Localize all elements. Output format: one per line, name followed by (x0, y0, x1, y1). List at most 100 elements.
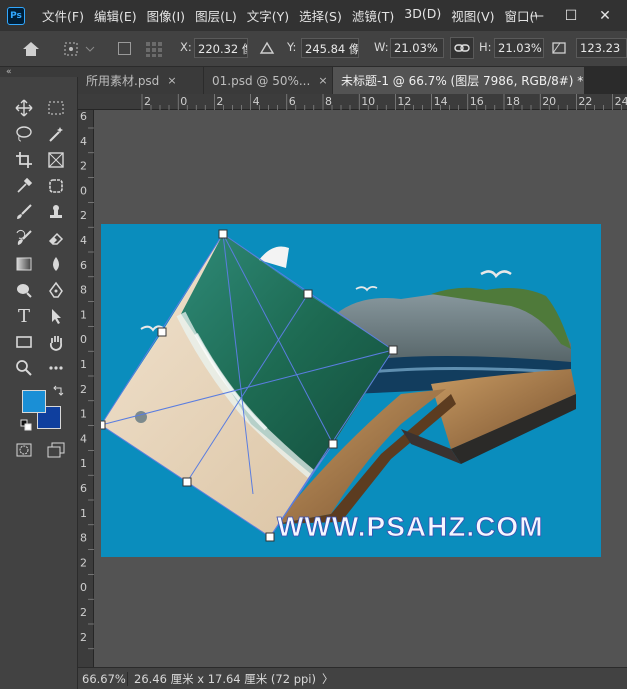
ruler-tick-label: 4 (80, 234, 87, 247)
x-field[interactable]: 220.32 像素 (194, 38, 248, 58)
seagull-image (355, 285, 378, 292)
y-field[interactable]: 245.84 像素 (301, 38, 359, 58)
tab-label: 未标题-1 @ 66.7% (图层 7986, RGB/8#) * (341, 74, 584, 88)
tab-01-psd[interactable]: 01.psd @ 50%... × (204, 67, 333, 94)
menu-view[interactable]: 视图(V) (446, 6, 499, 25)
ruler-tick-label: 1 (80, 358, 87, 371)
ruler-tick-label: 0 (80, 581, 87, 594)
ruler-tick-label: 16 (470, 95, 484, 108)
status-menu-icon[interactable]: 〉 (322, 671, 334, 687)
hand-tool-icon[interactable] (44, 331, 68, 353)
ruler-tick-label: 0 (80, 184, 87, 197)
ruler-tick-label: 4 (253, 95, 260, 108)
tab-untitled-1[interactable]: 未标题-1 @ 66.7% (图层 7986, RGB/8#) *× (333, 67, 585, 94)
menu-3d[interactable]: 3D(D) (399, 6, 446, 25)
reference-checkbox[interactable] (118, 42, 131, 55)
zoom-level[interactable]: 66.67% (82, 671, 128, 686)
close-button[interactable]: ✕ (587, 0, 623, 31)
move-tool-icon[interactable] (12, 97, 36, 119)
close-icon[interactable]: × (167, 74, 176, 87)
menu-image[interactable]: 图像(I) (142, 6, 190, 25)
history-brush-icon[interactable] (12, 227, 36, 249)
ruler-tick-label: 1 (80, 408, 87, 421)
type-tool-icon[interactable]: T (12, 305, 36, 327)
grid-icon (143, 39, 165, 59)
width-field[interactable]: 21.03% (390, 38, 444, 58)
tab-label: 01.psd @ 50%... (212, 73, 311, 88)
ruler-tick-label: 2 (80, 606, 87, 619)
maximize-button[interactable]: ☐ (553, 0, 589, 31)
reference-point-icon[interactable] (60, 39, 96, 59)
x-label: X: (180, 40, 192, 54)
crop-tool-icon[interactable] (12, 149, 36, 171)
minimize-button[interactable]: — (519, 0, 555, 31)
brush-tool-icon[interactable] (12, 201, 36, 223)
h-label: H: (479, 40, 492, 54)
vertical-ruler[interactable]: 6420246810121416182022 (78, 110, 94, 667)
menu-type[interactable]: 文字(Y) (242, 6, 294, 25)
ruler-tick-label: 2 (144, 95, 151, 108)
ruler-tick-label: 6 (80, 482, 87, 495)
collapse-icon[interactable]: « (0, 67, 78, 77)
eraser-tool-icon[interactable] (44, 227, 68, 249)
ruler-tick-label: 4 (80, 432, 87, 445)
zoom-tool-icon[interactable] (12, 357, 36, 379)
height-field[interactable]: 21.03% (494, 38, 544, 58)
quick-mask-icon[interactable] (12, 439, 36, 461)
document-info: 26.46 厘米 x 17.64 厘米 (72 ppi) (134, 671, 316, 686)
foreground-color-swatch[interactable] (22, 390, 46, 413)
path-selection-icon[interactable] (44, 305, 68, 327)
menu-select[interactable]: 选择(S) (294, 6, 347, 25)
status-bar: 66.67% 26.46 厘米 x 17.64 厘米 (72 ppi) 〉 (78, 667, 627, 689)
gradient-tool-icon[interactable] (12, 253, 36, 275)
ruler-tick-label: 6 (80, 110, 87, 123)
photoshop-logo-icon: Ps (7, 6, 25, 25)
eyedropper-tool-icon[interactable] (12, 175, 36, 197)
rectangle-tool-icon[interactable] (12, 331, 36, 353)
ruler-tick-label: 2 (80, 631, 87, 644)
ruler-tick-label: 6 (289, 95, 296, 108)
dodge-tool-icon[interactable] (12, 279, 36, 301)
delta-icon[interactable] (259, 40, 275, 56)
ruler-tick-label: 1 (80, 457, 87, 470)
menu-edit[interactable]: 编辑(E) (89, 6, 142, 25)
ruler-tick-label: 12 (397, 95, 411, 108)
ruler-tick-label: 24 (615, 95, 627, 108)
swap-colors-icon[interactable] (52, 385, 64, 397)
ruler-tick-label: 8 (80, 284, 87, 297)
magic-wand-tool-icon[interactable] (44, 123, 68, 145)
ruler-tick-label: 2 (80, 556, 87, 569)
frame-tool-icon[interactable] (44, 149, 68, 171)
y-label: Y: (287, 40, 297, 54)
close-icon[interactable]: × (318, 74, 327, 87)
options-bar: X: 220.32 像素 Y: 245.84 像素 W: 21.03% H: 2… (0, 31, 627, 67)
tab-source-psd[interactable]: 所用素材.psd × (78, 67, 204, 94)
stamp-tool-icon[interactable] (44, 201, 68, 223)
menu-bar: Ps 文件(F) 编辑(E) 图像(I) 图层(L) 文字(Y) 选择(S) 滤… (0, 0, 627, 31)
document-canvas[interactable]: WWW.PSAHZ.COM (101, 224, 601, 557)
rotate-field[interactable]: 123.23 (576, 38, 627, 58)
rotate-angle-icon (551, 40, 567, 56)
w-label: W: (374, 40, 389, 54)
blur-tool-icon[interactable] (44, 253, 68, 275)
ruler-tick-label: 2 (80, 383, 87, 396)
marquee-tool-icon[interactable] (44, 97, 68, 119)
menu-layer[interactable]: 图层(L) (190, 6, 242, 25)
ruler-tick-label: 18 (506, 95, 520, 108)
ruler-tick-label: 0 (80, 333, 87, 346)
lasso-tool-icon[interactable] (12, 123, 36, 145)
document-tabs: 所用素材.psd × 01.psd @ 50%... × 未标题-1 @ 66.7%… (78, 67, 627, 94)
spot-healing-icon[interactable] (44, 175, 68, 197)
pen-tool-icon[interactable] (44, 279, 68, 301)
default-colors-icon[interactable] (20, 419, 32, 431)
ruler-tick-label: 2 (80, 209, 87, 222)
menu-filter[interactable]: 滤镜(T) (347, 6, 399, 25)
main-menu: 文件(F) 编辑(E) 图像(I) 图层(L) 文字(Y) 选择(S) 滤镜(T… (37, 6, 537, 25)
ruler-tick-label: 8 (325, 95, 332, 108)
home-icon[interactable] (20, 39, 42, 59)
screen-mode-icon[interactable] (44, 439, 68, 461)
menu-file[interactable]: 文件(F) (37, 6, 89, 25)
more-tools-icon[interactable] (44, 357, 68, 379)
link-icon[interactable] (450, 37, 474, 59)
horizontal-ruler[interactable]: 202468101214161820222426 (78, 94, 627, 110)
